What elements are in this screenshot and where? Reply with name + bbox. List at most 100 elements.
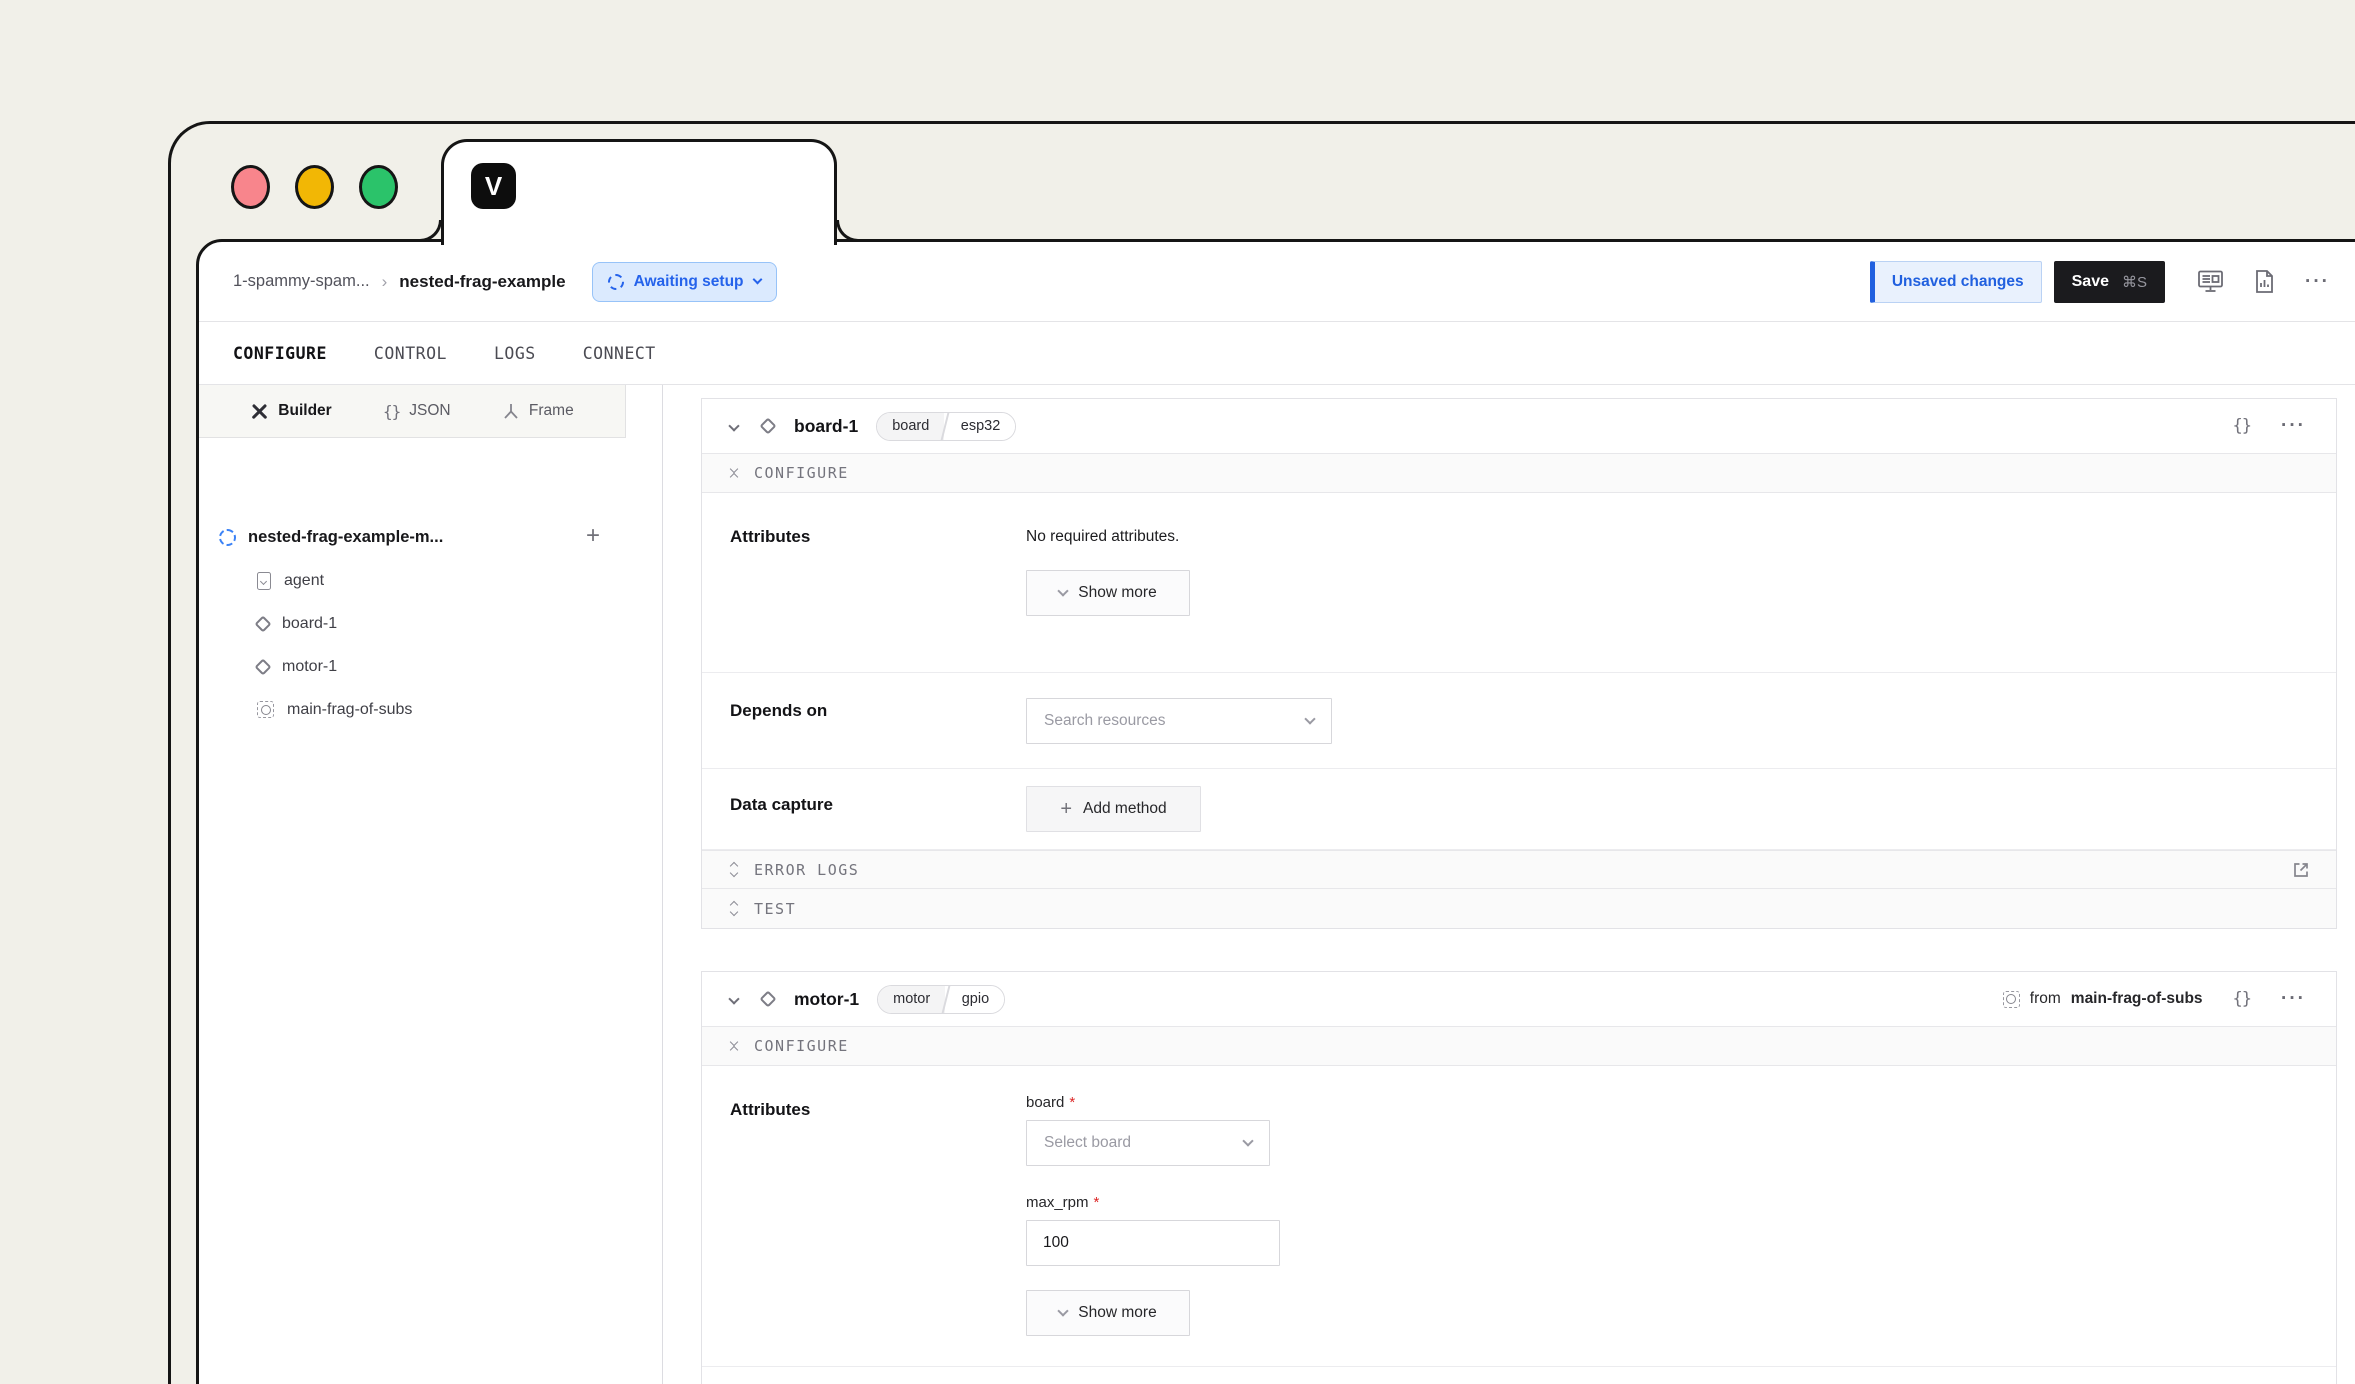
add-resource-button[interactable]: + [586, 522, 600, 550]
tree-item-main-frag-of-subs[interactable]: main-frag-of-subs [199, 688, 662, 731]
board-select[interactable]: Select board [1026, 1120, 1270, 1166]
card-header: motor-1 motor gpio from main-frag-of-sub… [702, 972, 2336, 1026]
configure-section-bar[interactable]: CONFIGURE [702, 1026, 2336, 1066]
view-builder[interactable]: Builder [250, 402, 331, 421]
tree-item-board-1[interactable]: board-1 [199, 602, 662, 645]
minimize-window-button[interactable] [295, 165, 334, 209]
fragment-icon [2003, 991, 2020, 1008]
collapse-card-chevron-icon[interactable] [728, 420, 739, 431]
view-switcher: Builder {} JSON Frame [199, 385, 626, 438]
max-rpm-input[interactable] [1026, 1220, 1280, 1266]
fragment-source-prefix: from [2030, 990, 2061, 1008]
fragment-source: from main-frag-of-subs [2003, 990, 2203, 1008]
status-label: Awaiting setup [634, 273, 744, 291]
builder-tools-icon [250, 402, 269, 421]
edit-json-icon[interactable]: {} [2233, 416, 2251, 436]
tree-item-label: motor-1 [282, 658, 337, 676]
badge-model: gpio [947, 986, 1004, 1013]
component-diamond-icon [255, 658, 272, 675]
view-frame-label: Frame [529, 402, 574, 420]
machine-status-dropdown[interactable]: Awaiting setup [592, 262, 777, 302]
resource-name: board-1 [794, 416, 858, 437]
data-capture-label: Data capture [702, 769, 1026, 849]
awaiting-spinner-icon [608, 274, 624, 290]
fragment-source-name: main-frag-of-subs [2071, 990, 2203, 1008]
chevron-down-icon [1242, 1135, 1253, 1146]
configure-section-bar[interactable]: CONFIGURE [702, 453, 2336, 493]
section-title: ERROR LOGS [754, 861, 859, 879]
attributes-label: Attributes [702, 1066, 1026, 1366]
data-capture-row: Data capture + Add method [702, 769, 2336, 850]
view-json[interactable]: {} JSON [383, 402, 451, 421]
test-section-bar[interactable]: TEST [702, 889, 2336, 928]
card-more-menu-icon[interactable]: ··· [2281, 994, 2306, 1004]
frame-axis-icon [502, 402, 520, 420]
field-label-max-rpm: max_rpm * [1026, 1194, 2336, 1211]
view-frame[interactable]: Frame [502, 402, 574, 420]
expand-section-icon [728, 863, 740, 876]
tab-logs[interactable]: LOGS [494, 344, 536, 363]
agent-file-icon [257, 572, 271, 590]
resource-name: motor-1 [794, 989, 859, 1010]
tab-connect[interactable]: CONNECT [583, 344, 656, 363]
more-menu-icon[interactable]: ··· [2305, 277, 2330, 287]
maximize-window-button[interactable] [359, 165, 398, 209]
add-method-button[interactable]: + Add method [1026, 786, 1201, 832]
browser-tab[interactable]: V [441, 139, 837, 245]
card-more-menu-icon[interactable]: ··· [2281, 421, 2306, 431]
component-diamond-icon [760, 991, 777, 1008]
traffic-lights [231, 165, 398, 209]
component-diamond-icon [760, 418, 777, 435]
required-asterisk: * [1094, 1194, 1100, 1211]
collapse-section-icon [728, 466, 740, 480]
chevron-down-icon [1058, 1305, 1069, 1316]
expand-section-icon [728, 902, 740, 915]
depends-on-select[interactable]: Search resources [1026, 698, 1332, 744]
edit-json-icon[interactable]: {} [2233, 989, 2251, 1009]
fragment-icon [257, 701, 274, 718]
show-more-label: Show more [1078, 584, 1156, 602]
add-method-label: Add method [1083, 800, 1167, 818]
chevron-down-icon [1304, 713, 1315, 724]
chevron-down-icon [1058, 585, 1069, 596]
error-logs-section-bar[interactable]: ERROR LOGS [702, 850, 2336, 889]
resource-tree: nested-frag-example-m... + agent board-1… [199, 438, 662, 731]
tree-item-label: main-frag-of-subs [287, 701, 412, 719]
tree-root-machine[interactable]: nested-frag-example-m... + [199, 516, 662, 559]
machine-header: 1-spammy-spam... › nested-frag-example A… [199, 242, 2355, 322]
view-json-label: JSON [409, 402, 450, 420]
depends-on-label: Depends on [702, 673, 1026, 768]
tree-item-motor-1[interactable]: motor-1 [199, 645, 662, 688]
tree-item-label: board-1 [282, 615, 337, 633]
viam-logo-icon: V [471, 163, 516, 209]
braces-icon: {} [383, 402, 400, 421]
show-more-button[interactable]: Show more [1026, 570, 1190, 616]
tab-configure[interactable]: CONFIGURE [233, 344, 327, 363]
logs-document-icon[interactable] [2254, 269, 2275, 294]
resource-type-badge: board esp32 [876, 412, 1016, 441]
tree-item-agent[interactable]: agent [199, 559, 662, 602]
tab-control[interactable]: CONTROL [374, 344, 447, 363]
unsaved-changes-button[interactable]: Unsaved changes [1870, 261, 2042, 303]
depends-on-row: Depends on Search resources [702, 673, 2336, 769]
show-more-button[interactable]: Show more [1026, 1290, 1190, 1336]
badge-type: motor [878, 986, 945, 1013]
collapse-card-chevron-icon[interactable] [728, 993, 739, 1004]
breadcrumb-separator: › [382, 272, 388, 292]
unsaved-changes-label: Unsaved changes [1892, 273, 2024, 291]
attributes-row: Attributes No required attributes. Show … [702, 493, 2336, 673]
show-more-label: Show more [1078, 1304, 1156, 1322]
config-sidebar: Builder {} JSON Frame nested-frag-exampl… [199, 385, 663, 1384]
machine-monitor-icon[interactable] [2197, 269, 2224, 294]
section-title: TEST [754, 900, 796, 918]
section-title: CONFIGURE [754, 464, 849, 482]
field-label-text: max_rpm [1026, 1194, 1089, 1211]
plus-icon: + [1060, 798, 1072, 821]
resource-card-board-1: board-1 board esp32 {} ··· CONFIGURE [701, 398, 2337, 929]
close-window-button[interactable] [231, 165, 270, 209]
open-external-icon[interactable] [2292, 861, 2310, 879]
badge-type: board [877, 413, 944, 440]
breadcrumb-group[interactable]: 1-spammy-spam... [233, 272, 370, 291]
save-button[interactable]: Save ⌘S [2054, 261, 2165, 303]
field-label-text: board [1026, 1094, 1064, 1111]
